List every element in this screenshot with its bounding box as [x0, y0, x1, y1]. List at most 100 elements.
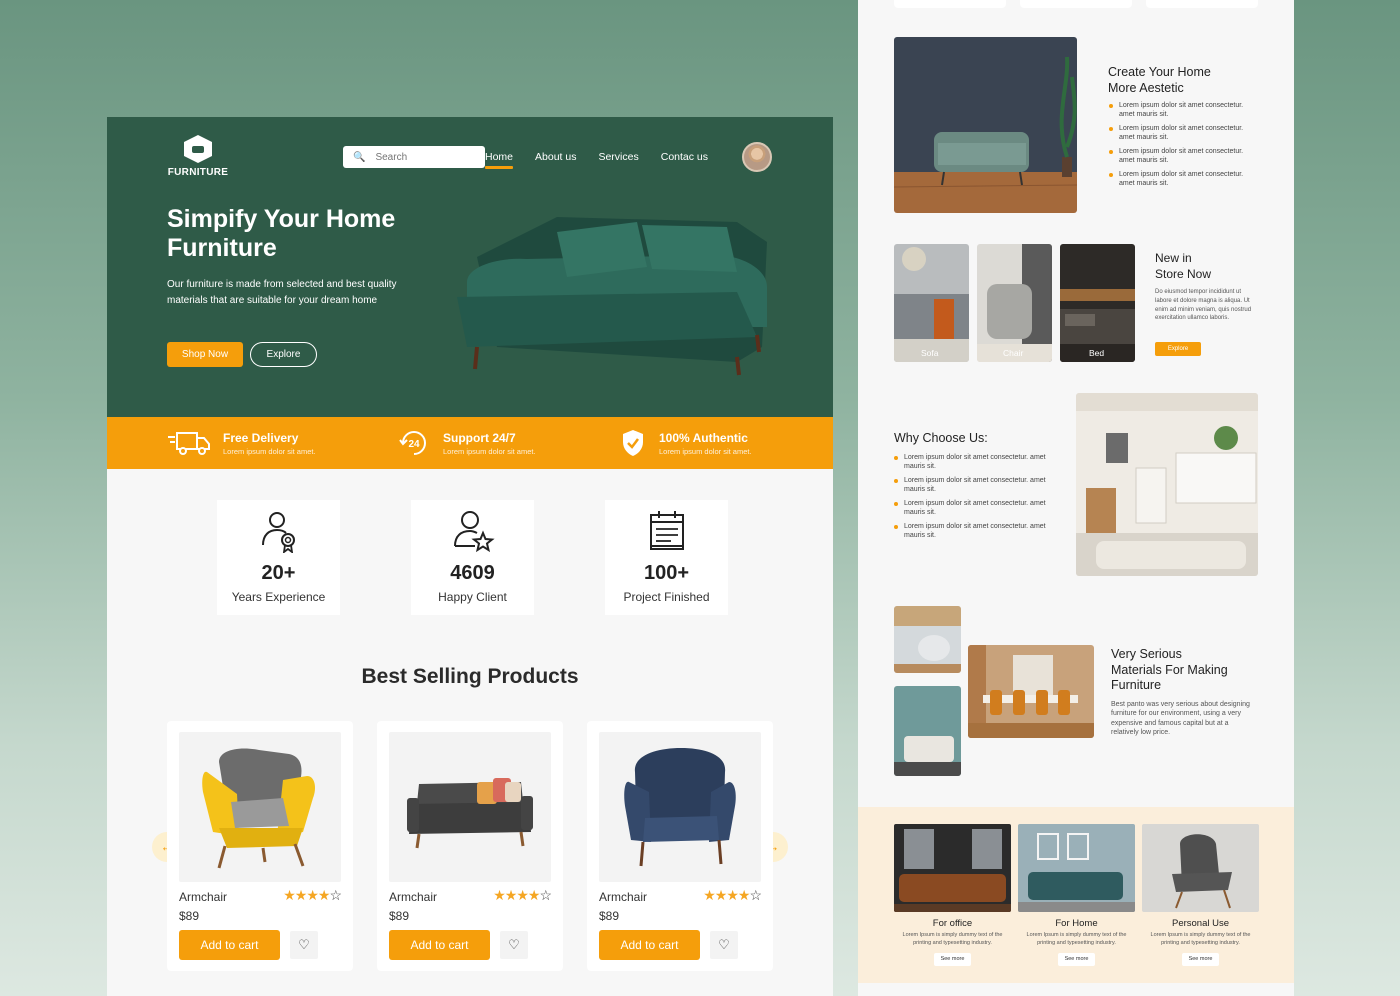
card-edge	[1146, 0, 1258, 8]
chair-category-tile[interactable]: Chair	[977, 244, 1052, 362]
new-in-title-line: New in	[1155, 251, 1192, 265]
rating-stars: ★★★★☆	[703, 887, 762, 904]
category-card-home[interactable]: For Home Lorem Ipsum is simply dummy tex…	[1018, 824, 1135, 966]
feature-free-delivery: Free Delivery Lorem ipsum dolor sit amet…	[167, 417, 316, 469]
star-filled-icon: ★★★★	[283, 887, 330, 903]
support-24-icon: 24	[397, 428, 431, 458]
category-title: For Home	[1055, 918, 1098, 929]
aesthetic-title: Create Your Home More Aestetic	[1108, 65, 1211, 96]
teal-wall-photo	[894, 686, 961, 776]
star-filled-icon: ★★★★	[493, 887, 540, 903]
product-card[interactable]: Armchair ★★★★☆ $89 Add to cart ♡	[377, 721, 563, 971]
product-price: $89	[179, 909, 200, 923]
bullet-item: Lorem ipsum dolor sit amet consectetur. …	[1109, 125, 1259, 142]
feature-subtitle: Lorem ipsum dolor sit amet.	[443, 446, 536, 456]
explore-button[interactable]: Explore	[250, 342, 317, 367]
search-input[interactable]	[375, 151, 476, 163]
office-photo	[894, 824, 1011, 912]
stat-label: Happy Client	[438, 590, 507, 604]
bullet-item: Lorem ipsum dolor sit amet consectetur. …	[1109, 102, 1259, 119]
hero-title: Simpify Your Home Furniture	[167, 205, 396, 262]
star-empty-icon: ☆	[329, 887, 342, 903]
stat-card-clients: 4609 Happy Client	[411, 500, 534, 615]
nav-about[interactable]: About us	[535, 151, 576, 169]
bullet-item: Lorem ipsum dolor sit amet consectetur. …	[894, 500, 1049, 517]
user-star-icon	[453, 511, 495, 553]
new-in-explore-button[interactable]: Explore	[1155, 342, 1201, 356]
user-avatar[interactable]	[742, 142, 772, 172]
why-bullet-list: Lorem ipsum dolor sit amet consectetur. …	[894, 454, 1049, 546]
calendar-list-icon	[649, 511, 684, 550]
feature-subtitle: Lorem ipsum dolor sit amet.	[223, 446, 316, 456]
product-image-blue-armchair	[599, 732, 761, 882]
materials-title-line: Furniture	[1111, 678, 1162, 692]
card-edge	[1020, 0, 1132, 8]
category-text: Lorem Ipsum is simply dummy text of the …	[902, 932, 1003, 946]
hero-description: Our furniture is made from selected and …	[167, 279, 397, 306]
brand-logo[interactable]: FURNITURE	[167, 135, 229, 178]
search-icon: 🔍	[353, 151, 366, 163]
product-image-yellow-armchair	[179, 732, 341, 882]
sofa-category-tile[interactable]: Sofa	[894, 244, 969, 362]
feature-title: Free Delivery	[223, 430, 299, 445]
category-title: Personal Use	[1171, 918, 1230, 929]
tile-label: Sofa	[921, 348, 939, 358]
award-person-icon	[261, 512, 295, 555]
heart-icon: ♡	[508, 937, 520, 952]
category-card-office[interactable]: For office Lorem Ipsum is simply dummy t…	[894, 824, 1011, 966]
stat-label: Project Finished	[623, 590, 710, 604]
search-bar[interactable]: 🔍	[343, 146, 485, 168]
stat-value: 20+	[261, 562, 296, 584]
star-empty-icon: ☆	[539, 887, 552, 903]
aesthetic-bullet-list: Lorem ipsum dolor sit amet consectetur. …	[1109, 102, 1259, 194]
product-card[interactable]: Armchair ★★★★☆ $89 Add to cart ♡	[167, 721, 353, 971]
aesthetic-title-line: More Aestetic	[1108, 80, 1184, 95]
product-image-gray-sofa	[389, 732, 551, 882]
shop-now-button[interactable]: Shop Now	[167, 342, 243, 367]
see-more-button[interactable]: See more	[934, 952, 971, 966]
wishlist-heart-button[interactable]: ♡	[710, 931, 738, 959]
add-to-cart-button[interactable]: Add to cart	[389, 930, 490, 960]
nav-home[interactable]: Home	[485, 151, 514, 169]
bullet-item: Lorem ipsum dolor sit amet consectetur. …	[894, 477, 1049, 494]
feature-title: 100% Authentic	[659, 430, 748, 445]
category-text: Lorem Ipsum is simply dummy text of the …	[1150, 932, 1251, 946]
see-more-button[interactable]: See more	[1058, 952, 1095, 966]
wishlist-heart-button[interactable]: ♡	[500, 931, 528, 959]
svg-text:24: 24	[408, 439, 420, 450]
category-title: For office	[932, 918, 973, 929]
wishlist-heart-button[interactable]: ♡	[290, 931, 318, 959]
see-more-button[interactable]: See more	[1182, 952, 1219, 966]
card-edge	[894, 0, 1006, 8]
tile-label: Chair	[1003, 348, 1024, 358]
add-to-cart-button[interactable]: Add to cart	[179, 930, 280, 960]
personal-use-photo	[1142, 824, 1259, 912]
feature-title: Support 24/7	[443, 430, 516, 445]
rating-stars: ★★★★☆	[283, 887, 342, 904]
heart-icon: ♡	[298, 937, 310, 952]
new-in-title: New in Store Now	[1155, 251, 1211, 282]
green-sofa-image	[457, 217, 767, 376]
product-name: Armchair	[599, 890, 648, 904]
bed-category-tile[interactable]: Bed	[1060, 244, 1135, 362]
materials-title-line: Materials For Making	[1111, 662, 1228, 677]
tile-label: Bed	[1089, 348, 1105, 358]
add-to-cart-button[interactable]: Add to cart	[599, 930, 700, 960]
hero-section: FURNITURE 🔍 Home About us Services Conta…	[107, 117, 833, 417]
bullet-item: Lorem ipsum dolor sit amet consectetur. …	[894, 523, 1049, 540]
dining-room-photo	[968, 645, 1094, 738]
nav-contact[interactable]: Contac us	[661, 151, 708, 169]
bullet-item: Lorem ipsum dolor sit amet consectetur. …	[1109, 171, 1259, 188]
stat-value: 4609	[450, 562, 495, 584]
product-card[interactable]: Armchair ★★★★☆ $89 Add to cart ♡	[587, 721, 773, 971]
feature-support: 24 Support 24/7 Lorem ipsum dolor sit am…	[397, 417, 536, 469]
feature-authentic: 100% Authentic Lorem ipsum dolor sit ame…	[619, 417, 752, 469]
new-in-title-line: Store Now	[1155, 266, 1212, 281]
category-card-personal[interactable]: Personal Use Lorem Ipsum is simply dummy…	[1142, 824, 1259, 966]
feature-subtitle: Lorem ipsum dolor sit amet.	[659, 446, 752, 456]
stat-value: 100+	[643, 562, 690, 584]
living-room-photo	[1076, 393, 1258, 576]
nav-services[interactable]: Services	[598, 151, 638, 169]
star-empty-icon: ☆	[749, 887, 762, 903]
category-section: For office Lorem Ipsum is simply dummy t…	[858, 807, 1294, 983]
